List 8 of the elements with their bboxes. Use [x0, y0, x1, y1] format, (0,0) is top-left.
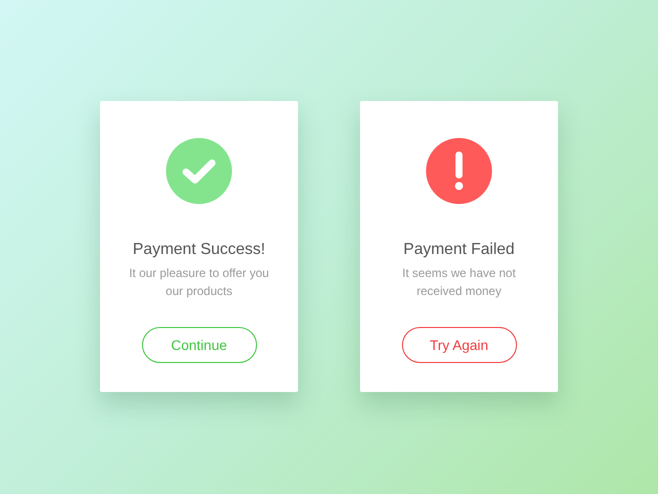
exclamation-icon [426, 138, 492, 204]
card-title: Payment Failed [403, 240, 515, 260]
retry-button[interactable]: Try Again [402, 327, 516, 363]
card-message: It seems we have not received money [401, 265, 517, 300]
checkmark-icon [166, 138, 232, 204]
continue-button[interactable]: Continue [142, 327, 256, 363]
card-title: Payment Success! [132, 240, 266, 260]
card-message: It our pleasure to offer you our products [128, 265, 270, 300]
